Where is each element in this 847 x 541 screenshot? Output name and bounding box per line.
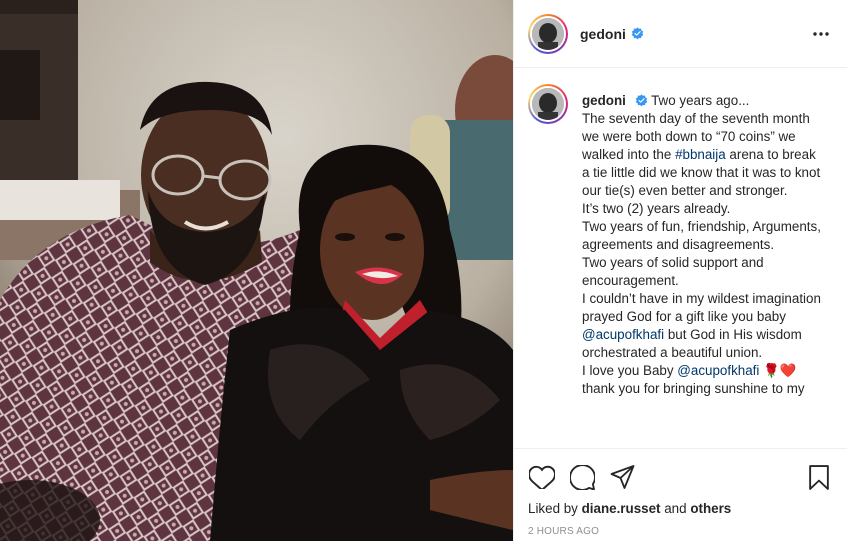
post-photo[interactable]: [0, 0, 513, 541]
caption-text: thank you for bringing sunshine to my: [582, 381, 805, 396]
post-caption: gedoni Two years ago... The seventh day …: [582, 92, 822, 448]
verified-badge-icon: [635, 94, 647, 107]
likes-prefix: Liked by: [528, 501, 578, 516]
bookmark-icon[interactable]: [805, 463, 833, 491]
comment-icon[interactable]: [568, 463, 596, 491]
post-side-panel: gedoni gedoni Two years ago... The seven…: [513, 0, 847, 541]
likes-and: and: [664, 501, 687, 516]
caption-text: Two years of fun, friendship, Arguments,…: [582, 219, 821, 252]
caption-line: thank you for bringing sunshine to my: [582, 380, 822, 398]
caption-link[interactable]: #bbnaija: [675, 147, 726, 162]
avatar-image: [532, 17, 564, 50]
couple-photo: [0, 0, 513, 541]
caption-username[interactable]: gedoni: [582, 93, 626, 108]
caption-line: Two years of fun, friendship, Arguments,…: [582, 218, 822, 254]
caption-avatar[interactable]: [528, 84, 568, 124]
caption-text: 🌹❤️: [759, 363, 797, 378]
instagram-post: gedoni gedoni Two years ago... The seven…: [0, 0, 847, 541]
post-header: gedoni: [514, 0, 847, 68]
caption-intro: Two years ago...: [651, 93, 750, 108]
caption-link[interactable]: @acupofkhafi: [677, 363, 759, 378]
action-bar: [528, 457, 833, 497]
caption-text: It’s two (2) years already.: [582, 201, 731, 216]
caption-body: The seventh day of the seventh month we …: [582, 110, 822, 398]
likes-user[interactable]: diane.russet: [582, 501, 661, 516]
caption-line: I love you Baby @acupofkhafi 🌹❤️: [582, 362, 822, 380]
caption-line: Two years of solid support and encourage…: [582, 254, 822, 290]
caption-text: I couldn’t have in my wildest imaginatio…: [582, 291, 821, 324]
avatar[interactable]: [528, 13, 568, 54]
heart-icon[interactable]: [528, 463, 556, 491]
share-icon[interactable]: [608, 463, 636, 491]
verified-badge-icon: [631, 27, 644, 40]
post-timestamp[interactable]: 2 HOURS AGO: [528, 526, 833, 537]
caption-line: The seventh day of the seventh month we …: [582, 110, 822, 200]
caption-line: It’s two (2) years already.: [582, 200, 822, 218]
likes-summary: Liked by diane.russet and others: [528, 501, 833, 516]
caption-header: gedoni Two years ago...: [582, 92, 822, 110]
caption-text: I love you Baby: [582, 363, 678, 378]
likes-others[interactable]: others: [690, 501, 731, 516]
caption-line: I couldn’t have in my wildest imaginatio…: [582, 290, 822, 362]
caption-area: gedoni Two years ago... The seventh day …: [514, 68, 847, 448]
header-username[interactable]: gedoni: [580, 26, 626, 42]
more-options-icon[interactable]: [809, 22, 833, 46]
caption-text: Two years of solid support and encourage…: [582, 255, 764, 288]
avatar-image: [532, 88, 564, 120]
post-footer: Liked by diane.russet and others 2 HOURS…: [514, 448, 847, 541]
caption-link[interactable]: @acupofkhafi: [582, 327, 664, 342]
